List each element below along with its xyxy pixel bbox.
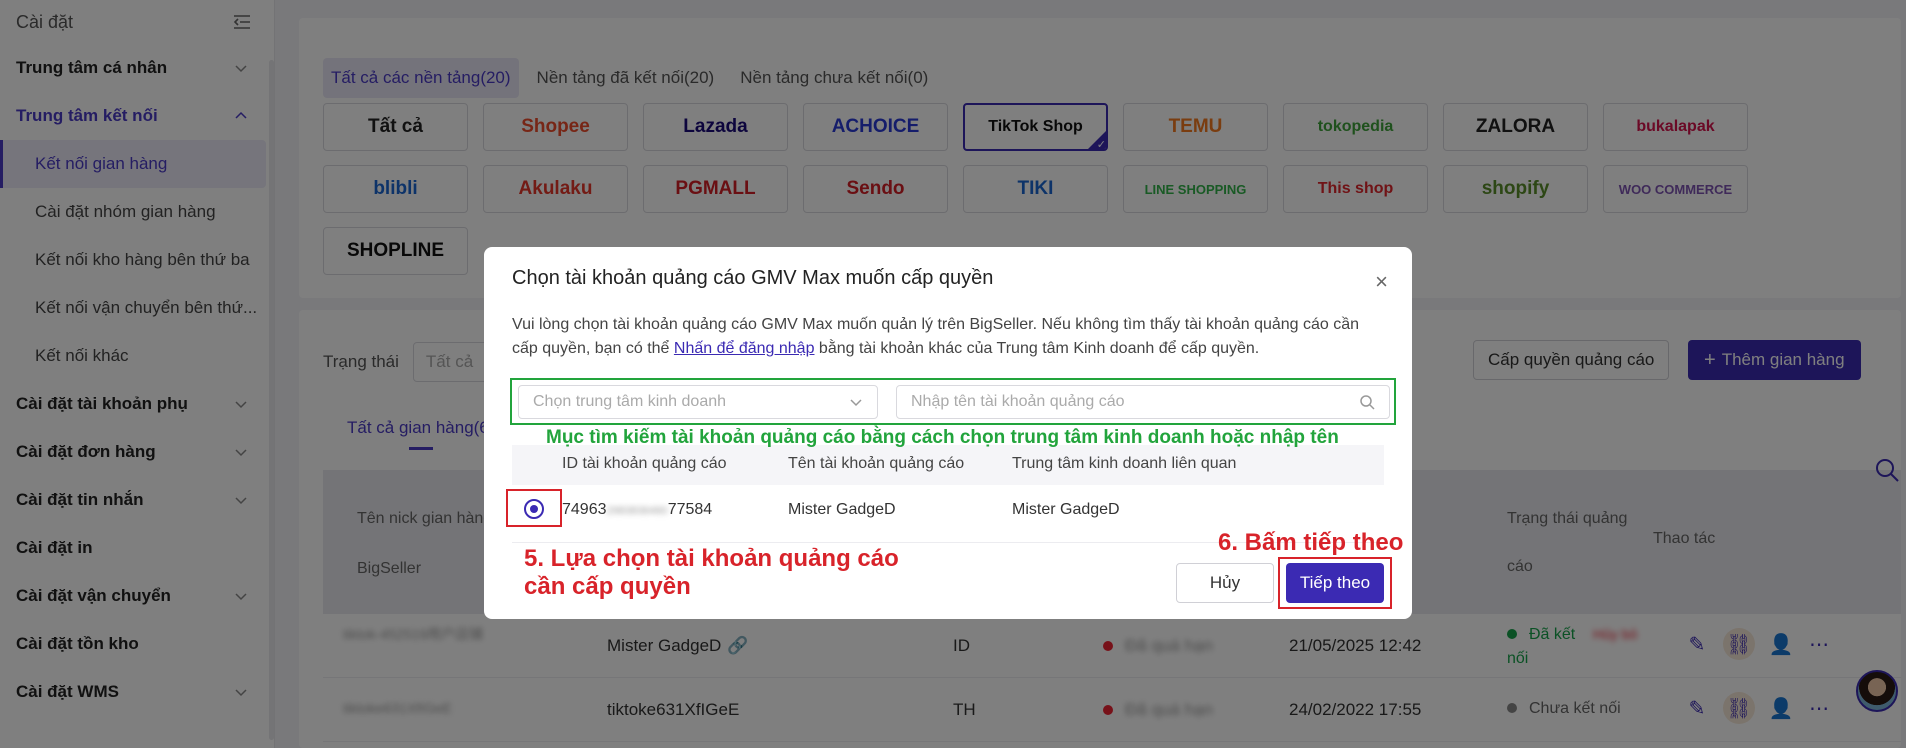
- step5-annotation: 5. Lựa chọn tài khoản quảng cáo cần cấp …: [524, 545, 899, 600]
- search-icon[interactable]: [1359, 394, 1375, 410]
- header-ad-id: ID tài khoản quảng cáo: [562, 455, 727, 472]
- cancel-button[interactable]: Hủy: [1176, 563, 1274, 603]
- next-button[interactable]: Tiếp theo: [1286, 563, 1384, 603]
- next-button-highlight: Tiếp theo: [1278, 557, 1392, 609]
- modal-title: Chọn tài khoản quảng cáo GMV Max muốn cấ…: [512, 267, 994, 289]
- close-icon[interactable]: ×: [1375, 269, 1388, 295]
- business-center-select[interactable]: Chọn trung tâm kinh doanh: [518, 385, 878, 419]
- ad-account-radio[interactable]: [524, 499, 544, 519]
- ad-account-name-input[interactable]: Nhập tên tài khoản quảng cáo: [896, 385, 1390, 419]
- ad-account-id: 74963298383646077584: [562, 501, 713, 518]
- gmv-max-auth-modal: Chọn tài khoản quảng cáo GMV Max muốn cấ…: [484, 247, 1412, 619]
- search-annotation: Mục tìm kiếm tài khoản quảng cáo bằng cá…: [546, 427, 1339, 448]
- header-ad-name: Tên tài khoản quảng cáo: [788, 455, 965, 472]
- radio-highlight: [506, 489, 562, 527]
- ad-account-name: Mister GadgeD: [788, 501, 896, 518]
- step6-annotation: 6. Bấm tiếp theo: [1218, 529, 1404, 556]
- modal-description: Vui lòng chọn tài khoản quảng cáo GMV Ma…: [512, 316, 1360, 357]
- header-business-center: Trung tâm kinh doanh liên quan: [1012, 455, 1237, 472]
- ad-business-center: Mister GadgeD: [1012, 501, 1120, 518]
- login-link[interactable]: Nhấn để đăng nhập: [674, 340, 815, 357]
- modal-table-header: ID tài khoản quảng cáo Tên tài khoản quả…: [512, 445, 1384, 485]
- search-area-highlight: Chọn trung tâm kinh doanh Nhập tên tài k…: [510, 378, 1396, 425]
- chevron-down-icon: [850, 399, 862, 407]
